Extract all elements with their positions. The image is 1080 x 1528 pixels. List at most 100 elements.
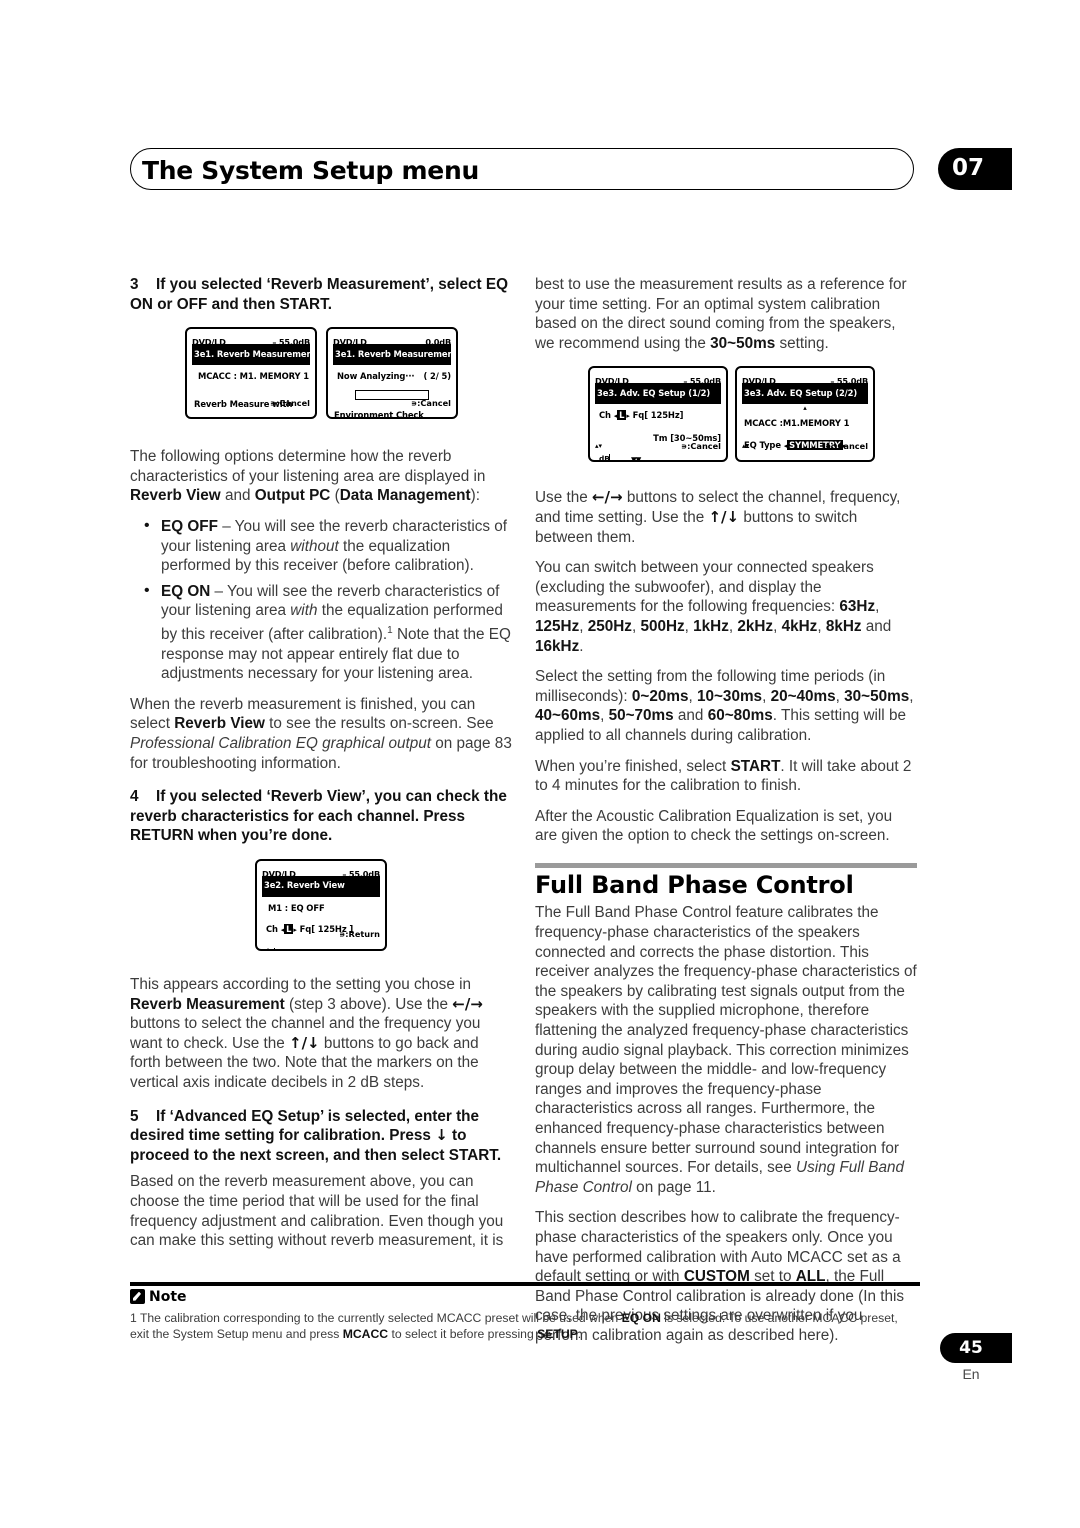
page-title: The System Setup menu [142, 156, 479, 185]
lcd3-topbar: DVD/LD – 55.0dB [262, 865, 380, 879]
para2-c: to see the results on-screen. See [264, 715, 494, 733]
lcd4-curve-seg [683, 460, 690, 461]
lcd5-mcacc: MCACC :M1.MEMORY 1 [744, 417, 850, 428]
lcd5-level: – 55.0dB [830, 376, 868, 387]
lcd-reverb-view: DVD/LD – 55.0dB 3e2. Reverb View M1 : EQ… [255, 858, 387, 951]
para2-ref: Professional Calibration EQ graphical ou… [130, 735, 432, 752]
section-heading-full-band: Full Band Phase Control [535, 870, 854, 899]
step-5-text-a: If ‘Advanced EQ Setup’ is selected, ente… [130, 1107, 480, 1145]
para-options-intro-mid2: ( [330, 487, 340, 505]
section-divider [535, 862, 917, 868]
left-right-arrow-icon: ←/→ [452, 994, 483, 1013]
step-3-text: If you selected ‘Reverb Measurement’, se… [130, 276, 508, 313]
r-para3-a: You can switch between your connected sp… [535, 559, 874, 616]
para-frequencies: You can switch between your connected sp… [535, 559, 892, 655]
lcd4-topbar: DVD/LD – 55.0dB [595, 372, 721, 387]
term-reverb-view: Reverb View [130, 487, 221, 505]
lcd5-topbar: DVD/LD – 55.0dB [742, 372, 868, 387]
page-header: The System Setup menu [130, 148, 920, 192]
lcd-adv-eq-setup-1: DVD/LD – 55.0dB 3e3. Adv. EQ Setup (1/2)… [588, 366, 728, 463]
para2-term: Reverb View [174, 715, 265, 733]
note-pencil-icon [130, 1289, 145, 1305]
time-40-60: 40~60ms [535, 707, 601, 725]
r-para1-c: setting. [775, 334, 829, 352]
para-start-duration: When you’re finished, select START. It w… [535, 757, 917, 796]
note-text-a: The calibration corresponding to the cur… [136, 1310, 622, 1325]
lcd1-source: DVD/LD [192, 337, 226, 348]
lcd2-level: 0.0dB [425, 337, 451, 348]
lcd-group-adv-eq: DVD/LD – 55.0dB 3e3. Adv. EQ Setup (1/2)… [535, 366, 917, 478]
para3-a: This appears according to the setting yo… [130, 975, 471, 993]
lcd1-cancel-label: :Cancel [276, 397, 310, 408]
lcd2-status: Now Analyzing··· [337, 370, 415, 381]
time-60-80: 60~80ms [707, 707, 773, 725]
r-para4-and: and [673, 707, 708, 725]
para-options-intro: The following options determine how the … [130, 447, 512, 506]
lcd3-memory: M1 : EQ OFF [268, 902, 325, 913]
freq-16khz: 16kHz [535, 637, 580, 655]
chapter-number: 07 [952, 155, 985, 181]
lcd3-ch-label: Ch [266, 924, 278, 935]
lcd4-level: – 55.0dB [683, 376, 721, 387]
lcd4-fq-label: Fq [632, 409, 645, 420]
bullet-eq-off: EQ OFF – You will see the reverb charact… [130, 516, 512, 576]
lcd3-fq-label: Fq [299, 924, 312, 935]
term-data-management: Data Management [339, 487, 471, 505]
step-3-number: 3 [130, 276, 139, 293]
lcd3-y-axis-label: dB [264, 942, 275, 949]
lcd5-source: DVD/LD [742, 376, 776, 387]
lcd-now-analyzing: DVD/LD 0.0dB 3e1. Reverb Measurement Now… [326, 327, 458, 420]
lcd4-source: DVD/LD [595, 376, 629, 387]
freq-1khz: 1kHz [693, 617, 729, 635]
step-5-number: 5 [130, 1107, 139, 1125]
lcd2-topbar: DVD/LD 0.0dB [333, 333, 451, 347]
lcd2-cancel[interactable]: ∍:Cancel [411, 394, 451, 414]
bullet-eq-on-em: with [290, 602, 318, 620]
lcd3-source: DVD/LD [262, 868, 296, 879]
r-para5-a: When you’re finished, select [535, 757, 731, 775]
lcd5-cancel[interactable]: ∍: Cancel [825, 437, 868, 457]
up-down-arrow-icon: ↑/↓ [708, 507, 740, 526]
lcd2-cancel-label: :Cancel [417, 397, 451, 408]
step-3-heading: 3 If you selected ‘Reverb Measurement’, s… [130, 275, 512, 314]
note-number: 1 [130, 1310, 137, 1325]
r-para3-and: and [861, 617, 892, 635]
bullet-eq-on: EQ ON – You will see the reverb characte… [130, 581, 512, 684]
lcd4-curve-seg [673, 461, 680, 462]
para-options-intro-mid: and [220, 487, 255, 505]
lcd1-cancel[interactable]: ∍:Cancel [270, 394, 310, 414]
term-output-pc: Output PC [254, 487, 331, 505]
lcd4-tm-label: Tm [653, 432, 668, 443]
lcd4-cancel[interactable]: ∍:Cancel [681, 437, 721, 457]
para-recommend-setting: best to use the measurement results as a… [535, 275, 917, 353]
r-para7-end: on page 11. [631, 1178, 716, 1196]
freq-8khz: 8kHz [825, 617, 862, 635]
note-divider [130, 1282, 920, 1286]
up-down-arrow-icon: ↑/↓ [289, 1033, 320, 1052]
lcd5-standwave-label: Stand.Wave Multi-Point [742, 458, 868, 460]
lcd5-cancel-label: : Cancel [831, 440, 868, 451]
para-reverb-view-results: When the reverb measurement is finished,… [130, 695, 512, 773]
para-button-nav: Use the ←/→ buttons to select the channe… [535, 488, 917, 547]
para-options-intro-end: ): [470, 487, 480, 505]
lcd2-status-row: Now Analyzing··· ( 2/ 5) [333, 367, 451, 387]
freq-63hz: 63Hz [839, 598, 876, 616]
time-0-20: 0~20ms [631, 687, 689, 705]
lcd4-y-axis [609, 454, 611, 461]
time-10-30: 10~30ms [696, 687, 763, 705]
freq-500hz: 500Hz [640, 617, 685, 635]
lcd5-up-marker-icon: ▴ [803, 403, 807, 412]
lcd3-return[interactable]: ∍:Return [339, 925, 380, 945]
freq-125hz: 125Hz [535, 617, 580, 635]
lcd4-ch-row[interactable]: Ch ◂ L ▸ Fq[ 125Hz] [595, 406, 721, 427]
language-code: En [962, 1366, 980, 1382]
right-column: best to use the measurement results as a… [535, 275, 917, 1357]
para-full-band-desc: The Full Band Phase Control feature cali… [535, 903, 917, 1197]
note-term-setup: SETUP [537, 1327, 578, 1341]
note-term-mcacc: MCACC [342, 1327, 389, 1341]
lcd1-option-row[interactable]: ◂EQ OFF▸ [192, 416, 310, 417]
para-time-periods: Select the setting from the following ti… [535, 668, 914, 744]
lcd3-y-axis [274, 947, 276, 949]
lcd4-fq-value: [ 125Hz] [644, 409, 684, 420]
left-column: 3 If you selected ‘Reverb Measurement’, s… [130, 275, 512, 1262]
